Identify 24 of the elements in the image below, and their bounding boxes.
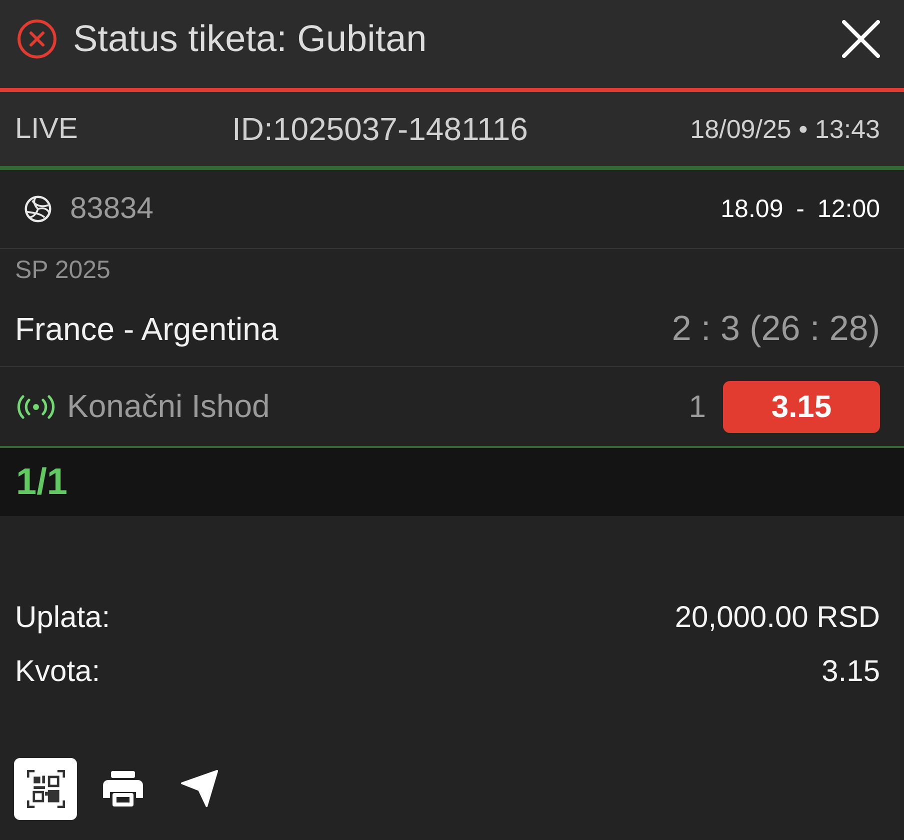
ticket-id: ID:1025037-1481116 bbox=[232, 110, 529, 148]
summary-value: 20,000.00 RSD bbox=[674, 600, 880, 636]
close-button[interactable] bbox=[842, 20, 880, 58]
event-code: 83834 bbox=[70, 192, 154, 226]
odds-button[interactable]: 3.15 bbox=[723, 380, 880, 432]
match-teams: France - Argentina bbox=[15, 310, 280, 348]
summary-label: Uplata: bbox=[15, 600, 110, 636]
ticket-datetime: 18/09/25 • 13:43 bbox=[690, 114, 880, 144]
match-score: 2 : 3 (26 : 28) bbox=[672, 309, 880, 349]
pick-label: 1 bbox=[688, 388, 706, 424]
competition-name: SP 2025 bbox=[15, 256, 112, 285]
paper-plane-icon bbox=[180, 770, 218, 808]
market-name: Konačni Ishod bbox=[67, 388, 271, 425]
printer-icon bbox=[102, 771, 142, 807]
volleyball-icon bbox=[24, 195, 52, 223]
ticket-status-title: Status tiketa: Gubitan bbox=[73, 18, 428, 60]
summary-value: 3.15 bbox=[822, 654, 880, 690]
close-icon bbox=[842, 20, 880, 58]
ticket-type: LIVE bbox=[15, 112, 79, 146]
qr-button[interactable] bbox=[14, 758, 77, 820]
summary-label: Kvota: bbox=[15, 654, 100, 690]
event-counter: 1/1 bbox=[16, 461, 68, 503]
qr-code-icon bbox=[26, 770, 64, 808]
event-start-time: 18.09 - 12:00 bbox=[720, 194, 880, 224]
